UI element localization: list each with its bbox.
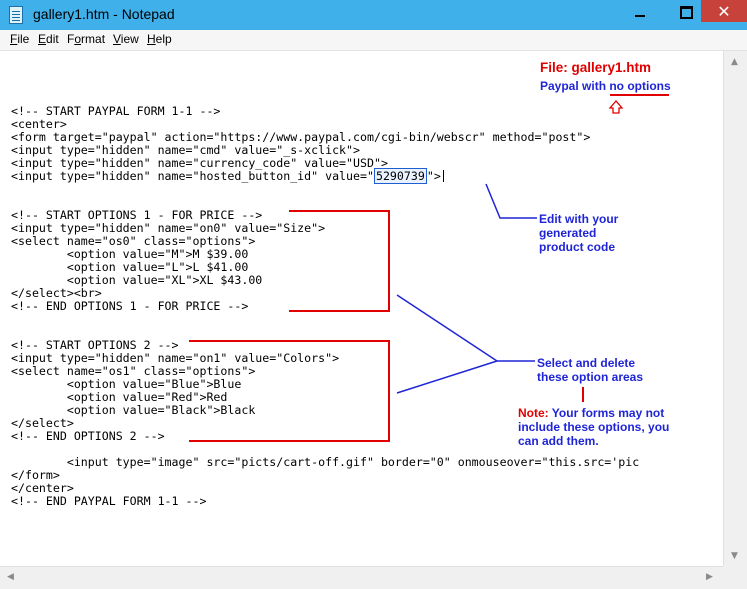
scroll-left-icon[interactable]: ◀	[7, 572, 14, 582]
scroll-up-icon[interactable]: ▲	[731, 57, 738, 67]
notepad-window: gallery1.htm - Notepad ✕ File Edit Forma…	[0, 0, 747, 589]
horizontal-scrollbar[interactable]: ◀ ▶	[0, 566, 723, 589]
select-note: Select and delete these option areas	[537, 356, 644, 384]
scroll-down-icon[interactable]: ▼	[731, 551, 738, 561]
options1-bracket	[289, 210, 390, 312]
scroll-right-icon[interactable]: ▶	[706, 572, 713, 582]
up-arrow-icon	[608, 100, 624, 114]
edit-note: Edit with your generated product code	[539, 212, 619, 254]
arrow-line-options2	[396, 360, 498, 394]
arrow-line-options1	[396, 294, 498, 362]
vertical-scrollbar[interactable]: ▲ ▼	[723, 51, 747, 566]
scrollbar-corner	[723, 566, 747, 589]
file-sub: Paypal with no options	[540, 79, 671, 93]
arrow-line-edit	[485, 183, 537, 219]
file-label: File: gallery1.htm	[540, 60, 652, 75]
forms-note: Note: Your forms may not include these o…	[518, 406, 670, 448]
options2-bracket	[189, 340, 390, 442]
